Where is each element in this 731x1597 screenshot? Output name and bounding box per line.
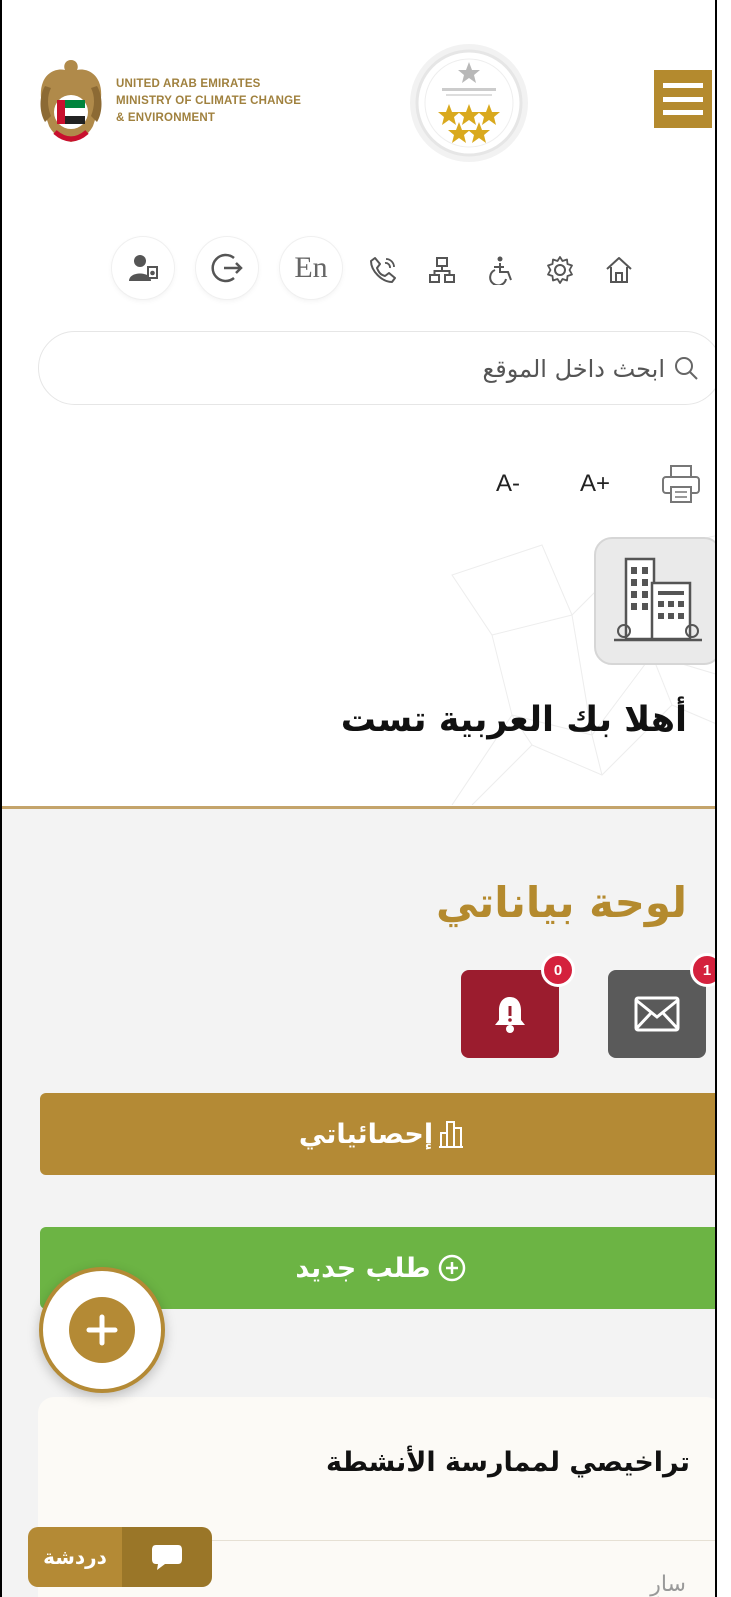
ministry-name: UNITED ARAB EMIRATES MINISTRY OF CLIMATE… xyxy=(116,78,302,124)
chat-button[interactable]: دردشة xyxy=(28,1527,212,1587)
plus-circle-icon xyxy=(438,1254,465,1282)
statistics-label: إحصائياتي xyxy=(298,1118,434,1150)
new-request-label: طلب جديد xyxy=(295,1252,431,1284)
home-button[interactable] xyxy=(603,254,635,286)
company-avatar xyxy=(594,537,715,665)
contact-phone-button[interactable] xyxy=(367,254,399,286)
settings-button[interactable] xyxy=(544,254,576,286)
header-section: UNITED ARAB EMIRATES MINISTRY OF CLIMATE… xyxy=(2,0,715,806)
licenses-card-header[interactable]: تراخيصي لممارسة الأنشطة xyxy=(38,1397,715,1541)
increase-font-button[interactable]: A+ xyxy=(580,470,610,498)
hamburger-icon xyxy=(663,83,703,88)
phone-icon xyxy=(370,257,396,283)
hamburger-menu-button[interactable] xyxy=(654,70,712,128)
print-icon[interactable] xyxy=(660,463,702,505)
notifications-count-badge: 0 xyxy=(541,953,575,987)
messages-tile[interactable] xyxy=(608,970,706,1058)
home-icon xyxy=(606,257,632,283)
add-floating-button[interactable] xyxy=(39,1267,165,1393)
welcome-heading: أهلا بك العربية تست xyxy=(340,700,687,740)
chat-label: دردشة xyxy=(28,1527,122,1587)
search-input[interactable] xyxy=(63,344,667,394)
plus-icon xyxy=(86,1314,118,1346)
accessibility-button[interactable] xyxy=(485,254,517,286)
sitemap-icon xyxy=(429,257,455,283)
site-search xyxy=(38,331,715,405)
accessibility-icon xyxy=(489,256,512,285)
building-icon xyxy=(614,557,702,642)
logout-icon xyxy=(211,253,243,283)
sitemap-button[interactable] xyxy=(426,254,458,286)
settings-icon xyxy=(547,256,573,284)
user-icon xyxy=(129,255,158,281)
dashboard-title: لوحة بياناتي xyxy=(436,878,687,927)
notifications-tile[interactable] xyxy=(461,970,559,1058)
logout-button[interactable] xyxy=(196,237,258,299)
mail-icon xyxy=(634,996,680,1032)
bar-chart-icon xyxy=(439,1121,464,1148)
search-icon[interactable] xyxy=(673,355,699,381)
language-switch-button[interactable]: En xyxy=(280,237,342,299)
bell-icon xyxy=(495,997,525,1033)
statistics-button[interactable]: إحصائياتي xyxy=(40,1093,715,1175)
decrease-font-button[interactable]: A- xyxy=(496,470,520,498)
app-frame: UNITED ARAB EMIRATES MINISTRY OF CLIMATE… xyxy=(0,0,717,1597)
licenses-status-text: سارٍ xyxy=(650,1572,686,1597)
uae-emblem-logo xyxy=(40,60,102,142)
licenses-card-title: تراخيصي لممارسة الأنشطة xyxy=(326,1447,690,1478)
messages-count-badge: 1 xyxy=(690,953,715,987)
excellence-award-seal xyxy=(410,44,528,162)
user-profile-button[interactable] xyxy=(112,237,174,299)
chat-bubble-icon xyxy=(152,1545,182,1570)
